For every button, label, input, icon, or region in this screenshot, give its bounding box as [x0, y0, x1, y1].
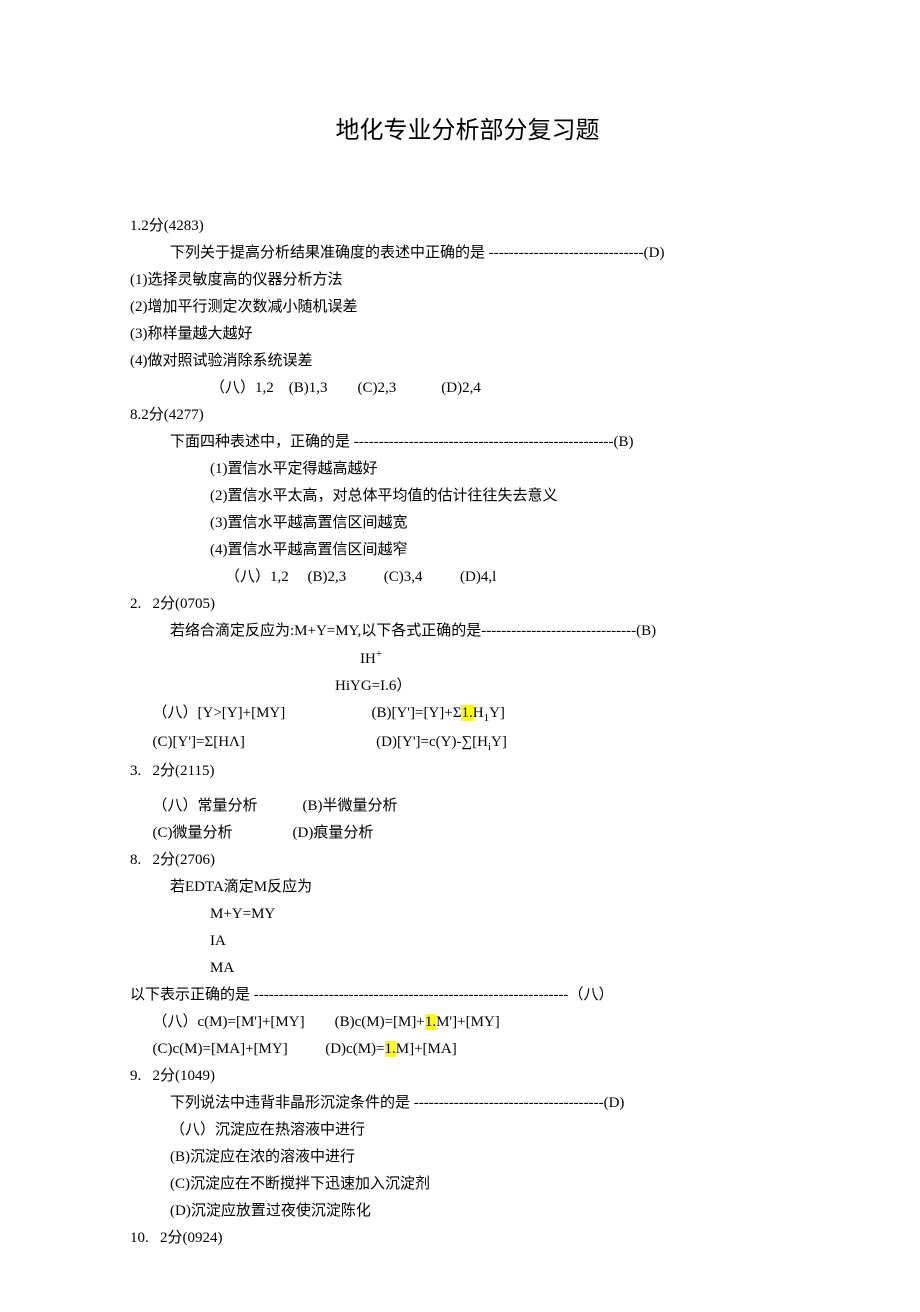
q9-optB: (B)沉淀应在浓的溶液中进行: [130, 1144, 805, 1171]
q8a-opt1: (1)置信水平定得越高越好: [130, 456, 805, 483]
q9-header: 9. 2分(1049): [130, 1063, 805, 1090]
q1-choices: （八）1,2 (B)1,3 (C)2,3 (D)2,4: [130, 375, 805, 402]
q8a-opt4: (4)置信水平越高置信区间越窄: [130, 537, 805, 564]
q2-optB-tail: Y]: [489, 705, 505, 721]
document-page: 地化专业分析部分复习题 1.2分(4283) 下列关于提高分析结果准确度的表述中…: [0, 0, 920, 1312]
page-title: 地化专业分析部分复习题: [130, 110, 805, 153]
dashes: -------------------------------: [489, 245, 644, 261]
text: 下列关于提高分析结果准确度的表述中正确的是: [170, 245, 489, 261]
highlight-icon: 1.: [425, 1014, 436, 1030]
q3-optD: (D)痕量分析: [293, 825, 374, 841]
q1-header: 1.2分(4283): [130, 213, 805, 240]
answer: (B): [636, 623, 656, 639]
q8b-row1: （八）c(M)=[M']+[MY] (B)c(M)=[M]+1.M']+[MY]: [130, 1009, 805, 1036]
q3-header: 3. 2分(2115): [130, 758, 805, 785]
q8b-eq1: M+Y=MY: [130, 901, 805, 928]
q8b-optB-post: M']+[MY]: [436, 1014, 500, 1030]
text: 若络合滴定反应为:M+Y=MY,以下各式正确的是: [170, 623, 481, 639]
q2-optB-post: H: [473, 705, 484, 721]
q3-optB: (B)半微量分析: [303, 798, 398, 814]
q2-stem: 若络合滴定反应为:M+Y=MY,以下各式正确的是----------------…: [130, 618, 805, 645]
q3-optA: （八）常量分析: [153, 798, 258, 814]
answer: (D): [604, 1095, 625, 1111]
q1-opt2: (2)增加平行测定次数减小随机误差: [130, 294, 805, 321]
q2-optD-pre: (D)[Y']=c(Y)-∑[H: [376, 734, 488, 750]
q8b-optD-pre: (D)c(M)=: [325, 1041, 384, 1057]
q2-formula1: IH+: [130, 645, 805, 673]
q8b-eq3: MA: [130, 955, 805, 982]
q1-opt1: (1)选择灵敏度高的仪器分析方法: [130, 267, 805, 294]
dashes: --------------------------------------: [414, 1095, 604, 1111]
superscript: +: [376, 648, 382, 660]
q8a-stem: 下面四种表述中，正确的是 ---------------------------…: [130, 429, 805, 456]
q1-opt3: (3)称样量越大越好: [130, 321, 805, 348]
q2-optD-post: Y]: [491, 734, 507, 750]
answer: (B): [614, 434, 634, 450]
dashes: ----------------------------------------…: [254, 987, 569, 1003]
q2-optC: (C)[Y']=Σ[HΛ]: [153, 734, 245, 750]
q9-optD: (D)沉淀应放置过夜使沉淀陈化: [130, 1198, 805, 1225]
answer: (D): [644, 245, 665, 261]
text: 下面四种表述中，正确的是: [170, 434, 354, 450]
dashes: -------------------------------: [481, 623, 636, 639]
q8b-stem: 若EDTA滴定M反应为: [130, 874, 805, 901]
dashes: ----------------------------------------…: [354, 434, 614, 450]
q2-row2: (C)[Y']=Σ[HΛ] (D)[Y']=c(Y)-∑[HiY]: [130, 729, 805, 758]
answer: （八）: [568, 987, 613, 1003]
q2-optA: （八）[Y>[Y]+[MY]: [153, 705, 286, 721]
q8b-optB-pre: (B)c(M)=[M]+: [335, 1014, 425, 1030]
q1-opt4: (4)做对照试验消除系统误差: [130, 348, 805, 375]
q8a-opt2: (2)置信水平太高，对总体平均值的估计往往失去意义: [130, 483, 805, 510]
q8b-stem2: 以下表示正确的是 -------------------------------…: [130, 982, 805, 1009]
q2-optB-pre: (B)[Y']=[Y]+Σ: [371, 705, 461, 721]
q8b-eq2: IA: [130, 928, 805, 955]
q10-header: 10. 2分(0924): [130, 1225, 805, 1252]
q8b-optC: (C)c(M)=[MA]+[MY]: [153, 1041, 288, 1057]
q3-row1: （八）常量分析 (B)半微量分析: [130, 793, 805, 820]
q8b-optA: （八）c(M)=[M']+[MY]: [153, 1014, 305, 1030]
q2-row1: （八）[Y>[Y]+[MY] (B)[Y']=[Y]+Σ1.H1Y]: [130, 700, 805, 729]
q2-header: 2. 2分(0705): [130, 591, 805, 618]
text: 下列说法中违背非晶形沉淀条件的是: [170, 1095, 414, 1111]
q1-stem: 下列关于提高分析结果准确度的表述中正确的是 ------------------…: [130, 240, 805, 267]
q9-stem: 下列说法中违背非晶形沉淀条件的是 -----------------------…: [130, 1090, 805, 1117]
text: IH: [360, 651, 376, 667]
text: 以下表示正确的是: [130, 987, 254, 1003]
q3-row2: (C)微量分析 (D)痕量分析: [130, 820, 805, 847]
q8a-header: 8.2分(4277): [130, 402, 805, 429]
q8a-choices: （八）1,2 (B)2,3 (C)3,4 (D)4,l: [130, 564, 805, 591]
q8a-opt3: (3)置信水平越高置信区间越宽: [130, 510, 805, 537]
q8b-header: 8. 2分(2706): [130, 847, 805, 874]
highlight-icon: 1.: [385, 1041, 396, 1057]
highlight-icon: 1.: [461, 705, 472, 721]
q9-optC: (C)沉淀应在不断搅拌下迅速加入沉淀剂: [130, 1171, 805, 1198]
q9-optA: （八）沉淀应在热溶液中进行: [130, 1117, 805, 1144]
q3-optC: (C)微量分析: [153, 825, 233, 841]
q2-formula2: HiYG=I.6）: [130, 673, 805, 700]
q8b-row2: (C)c(M)=[MA]+[MY] (D)c(M)=1.M]+[MA]: [130, 1036, 805, 1063]
q8b-optD-post: M]+[MA]: [396, 1041, 457, 1057]
